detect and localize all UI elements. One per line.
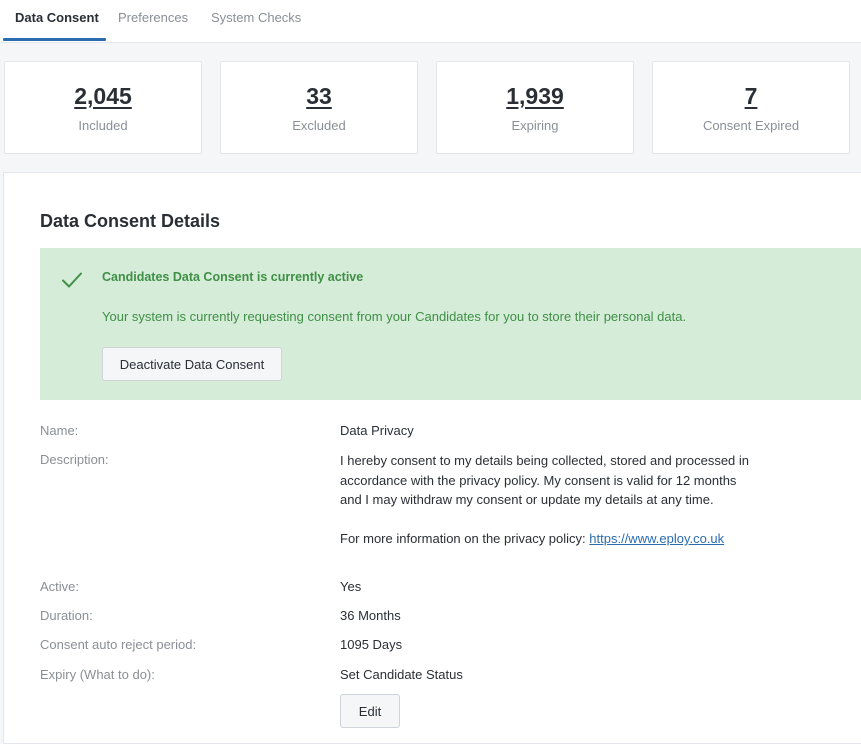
banner-title: Candidates Data Consent is currently act… [102, 270, 364, 284]
description-value: I hereby consent to my details being col… [340, 451, 750, 549]
name-label: Name: [40, 423, 79, 438]
tab-preferences[interactable]: Preferences [118, 0, 188, 42]
stat-card-included: 2,045 Included [4, 61, 202, 154]
banner-text: Your system is currently requesting cons… [102, 309, 687, 324]
description-text: I hereby consent to my details being col… [340, 453, 750, 507]
active-label: Active: [40, 579, 80, 594]
stat-label-excluded: Excluded [292, 118, 346, 133]
description-label: Description: [40, 452, 109, 467]
stat-value-included[interactable]: 2,045 [5, 83, 201, 110]
duration-label: Duration: [40, 608, 93, 623]
duration-value: 36 Months [340, 608, 401, 623]
active-tab-indicator [3, 38, 106, 41]
tab-system-checks[interactable]: System Checks [211, 0, 301, 42]
stat-value-excluded[interactable]: 33 [221, 83, 417, 110]
stat-value-consent-expired[interactable]: 7 [653, 83, 849, 110]
stat-card-consent-expired: 7 Consent Expired [652, 61, 850, 154]
edit-button[interactable]: Edit [340, 694, 400, 728]
stat-label-consent-expired: Consent Expired [702, 118, 800, 133]
section-title: Data Consent Details [40, 211, 221, 231]
name-value: Data Privacy [340, 423, 414, 438]
privacy-info: For more information on the privacy poli… [340, 529, 750, 549]
stat-value-expiring[interactable]: 1,939 [437, 83, 633, 110]
active-value: Yes [340, 579, 362, 594]
check-icon [62, 272, 82, 288]
expiry-value: Set Candidate Status [340, 667, 463, 682]
expiry-label: Expiry (What to do): [40, 667, 155, 682]
stat-card-excluded: 33 Excluded [220, 61, 418, 154]
auto-reject-value: 1095 Days [340, 637, 403, 652]
auto-reject-label: Consent auto reject period: [40, 637, 197, 652]
stat-label-included: Included [78, 118, 128, 133]
stat-label-expiring: Expiring [511, 118, 559, 133]
tab-bar: Data Consent Preferences System Checks [0, 0, 861, 43]
stat-card-expiring: 1,939 Expiring [436, 61, 634, 154]
tab-data-consent[interactable]: Data Consent [15, 0, 99, 42]
privacy-policy-link[interactable]: https://www.eploy.co.uk [589, 531, 724, 546]
deactivate-data-consent-button[interactable]: Deactivate Data Consent [102, 347, 282, 381]
privacy-info-text: For more information on the privacy poli… [340, 531, 590, 546]
